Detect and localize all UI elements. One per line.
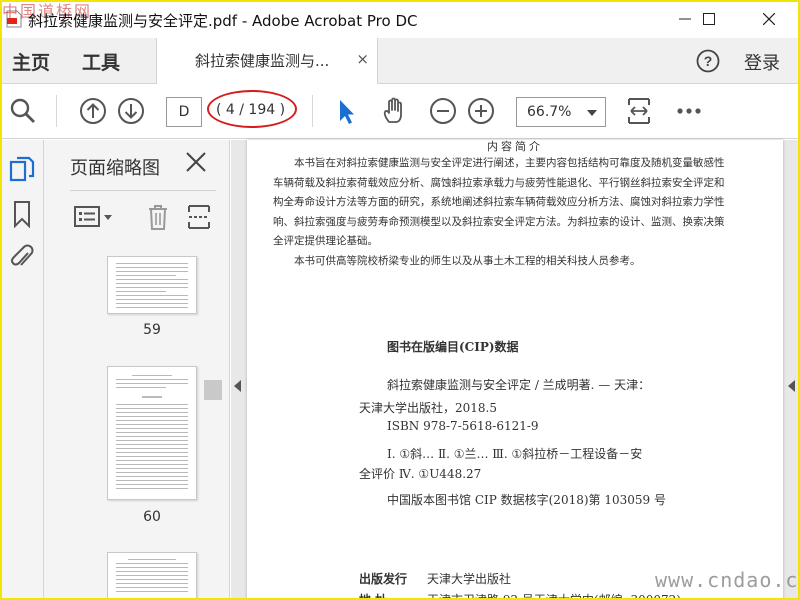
insert-page-icon[interactable] [186,203,212,231]
thumbnail-panel: 页面缩略图 59 60 [44,140,230,600]
zoom-in-button[interactable] [464,94,498,128]
thumbnail-label: 59 [143,322,161,338]
maximize-icon [703,13,715,25]
hand-icon [383,97,402,123]
cip-number: 中国版本图书馆 CIP 数据核字(2018)第 103059 号 [387,493,666,507]
tab-close-button[interactable]: × [356,50,369,68]
tools-menu[interactable]: 工具 [82,48,120,75]
document-tab-label: 斜拉索健康监测与... [195,52,330,70]
search-icon [10,98,35,123]
fit-page-width-icon [628,98,650,124]
document-tab[interactable]: 斜拉索健康监测与... × [156,38,378,84]
intro-line: 响、斜拉索强度与疲劳寿命预测模型以及斜拉索安全评定方法。为斜拉索的设计、监测、换… [273,215,725,228]
document-view[interactable]: 内容简介 本书旨在对斜拉索健康监测与安全评定进行阐述，主要内容包括结构可靠度及随… [231,140,800,600]
thumbnail-page-59[interactable] [107,256,197,314]
hand-tool-button[interactable] [378,94,412,128]
collapse-right-icon[interactable] [788,380,795,392]
close-icon [763,13,775,25]
bookmarks-button[interactable] [8,200,36,228]
publisher-label: 出版发行 [359,572,408,586]
login-button[interactable]: 登录 [744,49,780,75]
menu-tab-bar: 主页 工具 斜拉索健康监测与... × ? 登录 [0,38,800,84]
intro-line: 全评定提供理论基础。 [273,235,378,247]
collapse-left-icon[interactable] [234,380,241,392]
intro-line: 本书旨在对斜拉索健康监测与安全评定进行阐述，主要内容包括结构可靠度及随机变量敏感… [294,157,725,169]
search-button[interactable] [6,94,40,128]
cursor-arrow-icon [340,100,354,124]
page-thumbnails-button[interactable] [8,156,36,184]
page-number-input[interactable]: D [166,97,202,127]
address-value: 天津市卫津路 92 号天津大学内(邮编: 300072) [427,593,681,600]
thumbnail-page-60[interactable] [107,366,197,500]
plus-circle-icon [468,98,494,124]
cip-line: 斜拉索健康监测与安全评定 / 兰成明著. — 天津： [387,378,651,392]
navigation-pane [0,140,44,600]
thumbnail-label: 60 [143,509,161,525]
previous-page-button[interactable] [76,94,110,128]
close-window-button[interactable] [746,0,792,38]
intro-line: 车辆荷载及斜拉索荷载效应分析、腐蚀斜拉索承载力与疲劳性能退化、平行钢丝斜拉索安全… [273,176,725,189]
next-page-button[interactable] [114,94,148,128]
main-toolbar: D ( 4 / 194 ) 66.7% [0,85,800,139]
window-title: 斜拉索健康监测与安全评定.pdf - Adobe Acrobat Pro DC [28,12,418,30]
thumbnail-page-61[interactable] [107,552,197,600]
cip-line: 全评价 Ⅳ. ①U448.27 [359,467,482,481]
intro-line: 构全寿命设计方法等方面的研究，系统地阐述斜拉索车辆荷载效应分析方法、腐蚀对斜拉索… [273,196,725,208]
cip-isbn: ISBN 978-7-5618-6121-9 [387,419,539,433]
bookmark-icon [14,201,30,228]
cip-line: Ⅰ. ①斜… Ⅱ. ①兰… Ⅲ. ①斜拉桥－工程设备－安 [387,447,643,461]
thumbnail-toolbar [70,200,220,234]
svg-text:?: ? [704,53,713,69]
fit-width-button[interactable] [622,94,656,128]
intro-readers: 本书可供高等院校桥梁专业的师生以及从事土木工程的相关科技人员参考。 [294,254,641,267]
select-tool-button[interactable] [328,94,362,128]
paperclip-icon [10,244,34,266]
maximize-button[interactable] [686,0,732,38]
chevron-down-icon [587,110,597,116]
home-menu[interactable]: 主页 [12,48,50,75]
pages-icon [9,156,35,182]
cip-line: 天津大学出版社，2018.5 [359,401,497,415]
zoom-value: 66.7% [527,104,572,120]
zoom-dropdown[interactable]: 66.7% [516,97,606,127]
trash-icon[interactable] [146,203,170,231]
panel-scrollbar-thumb[interactable] [204,380,222,400]
intro-heading: 内容简介 [487,140,543,153]
more-tools-button[interactable] [672,94,706,128]
arrow-down-circle-icon [118,98,144,124]
more-horizontal-icon [677,108,701,114]
zoom-out-button[interactable] [426,94,460,128]
cip-heading: 图书在版编目(CIP)数据 [387,340,519,354]
highlight-oval-annotation [207,90,297,128]
site-watermark-bottom: www.cndao.com [655,568,800,592]
intro-paragraph: 本书旨在对斜拉索健康监测与安全评定进行阐述，主要内容包括结构可靠度及随机变量敏感… [273,154,783,271]
title-bar: 中国道桥网 斜拉索健康监测与安全评定.pdf - Adobe Acrobat P… [0,0,800,38]
help-icon[interactable]: ? [696,49,720,73]
arrow-up-circle-icon [80,98,106,124]
panel-title: 页面缩略图 [70,158,160,179]
pdf-page: 内容简介 本书旨在对斜拉索健康监测与安全评定进行阐述，主要内容包括结构可靠度及随… [247,140,783,600]
publisher-name: 天津大学出版社 [427,572,512,586]
attachments-button[interactable] [8,244,36,272]
minus-circle-icon [430,98,456,124]
address-label: 地 址 [359,593,388,600]
close-panel-icon[interactable] [184,150,208,174]
options-menu-icon[interactable] [74,204,114,230]
